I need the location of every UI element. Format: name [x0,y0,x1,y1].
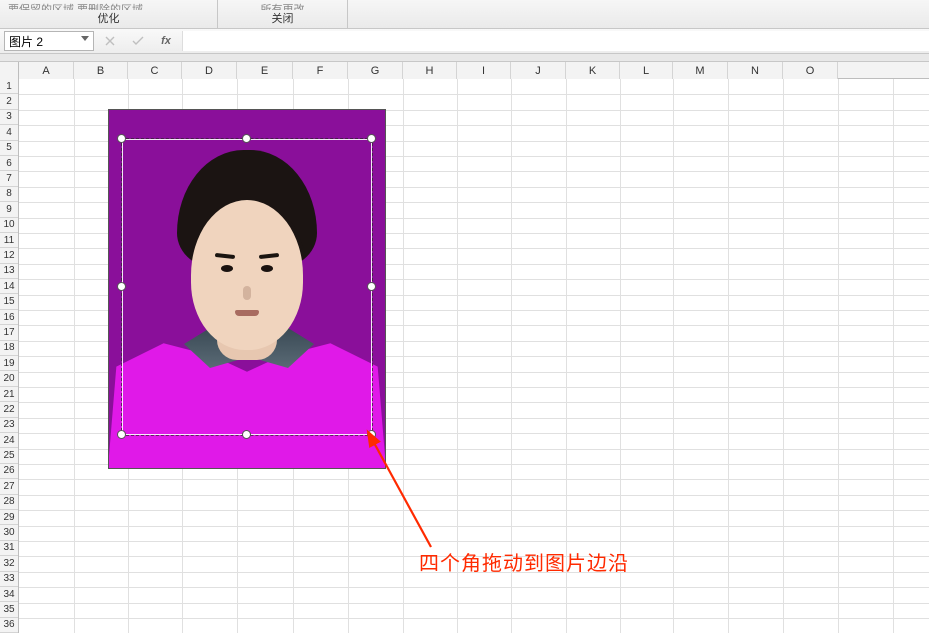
ribbon-group-close-top: 所有更改 [226,1,339,10]
row-header[interactable]: 13 [0,264,18,279]
crop-handle-e[interactable] [367,282,376,291]
column-header[interactable]: D [182,62,237,79]
ribbon-strip: 要保留的区域 要删除的区域 优化 所有更改 关闭 [0,0,929,29]
row-header[interactable]: 9 [0,202,18,217]
crop-handle-ne[interactable] [367,134,376,143]
row-header[interactable]: 33 [0,572,18,587]
name-box[interactable]: 图片 2 [4,31,94,51]
selected-picture-object[interactable] [108,109,386,469]
formula-cancel-button [98,31,122,51]
select-all-corner[interactable] [0,62,19,79]
fx-icon: fx [161,35,171,47]
insert-function-button[interactable]: fx [154,31,178,51]
row-header[interactable]: 23 [0,418,18,433]
row-header[interactable]: 6 [0,156,18,171]
crop-handle-s[interactable] [242,430,251,439]
row-header[interactable]: 19 [0,356,18,371]
ribbon-group-close: 所有更改 关闭 [218,0,348,28]
photo-mouth [235,310,259,316]
annotation-arrow [359,429,449,559]
row-header[interactable]: 30 [0,525,18,540]
ribbon-group-optimize-label: 优化 [8,10,209,26]
row-header[interactable]: 24 [0,433,18,448]
photo-eye [221,265,233,272]
column-headers: A B C D E F G H I J K L M N O [0,62,929,79]
photo-eye [261,265,273,272]
worksheet[interactable]: A B C D E F G H I J K L M N O 1234567891… [0,62,929,633]
row-header[interactable]: 22 [0,402,18,417]
row-header[interactable]: 15 [0,294,18,309]
close-icon [105,36,115,46]
row-header[interactable]: 29 [0,510,18,525]
column-header[interactable]: G [348,62,403,79]
row-header[interactable]: 34 [0,587,18,602]
crop-handle-w[interactable] [117,282,126,291]
column-header[interactable]: I [457,62,511,79]
name-box-value: 图片 2 [9,33,43,50]
photo-face [191,200,303,350]
row-header[interactable]: 12 [0,248,18,263]
photo-nose [243,286,251,300]
ribbon-group-optimize-top: 要保留的区域 要删除的区域 [8,1,209,10]
row-header[interactable]: 27 [0,479,18,494]
cell-grid[interactable]: 四个角拖动到图片边沿 [19,79,929,633]
row-header[interactable]: 1 [0,79,18,94]
ribbon-close-button[interactable]: 关闭 [226,10,339,26]
check-icon [132,36,144,46]
row-header[interactable]: 7 [0,171,18,186]
row-header[interactable]: 25 [0,448,18,463]
row-header[interactable]: 11 [0,233,18,248]
row-header[interactable]: 8 [0,187,18,202]
crop-handle-sw[interactable] [117,430,126,439]
row-header[interactable]: 18 [0,341,18,356]
separator-bar [0,54,929,62]
crop-handle-nw[interactable] [117,134,126,143]
column-header[interactable]: F [293,62,348,79]
formula-bar-row: 图片 2 fx [0,29,929,54]
row-header[interactable]: 32 [0,556,18,571]
row-header[interactable]: 28 [0,495,18,510]
column-header[interactable]: H [403,62,457,79]
ribbon-group-optimize: 要保留的区域 要删除的区域 优化 [0,0,218,28]
column-header[interactable]: C [128,62,182,79]
column-header[interactable]: N [728,62,783,79]
row-header[interactable]: 36 [0,618,18,633]
row-header[interactable]: 17 [0,325,18,340]
row-header[interactable]: 26 [0,464,18,479]
row-header[interactable]: 16 [0,310,18,325]
annotation-text: 四个角拖动到图片边沿 [419,547,629,576]
row-header[interactable]: 5 [0,141,18,156]
row-header[interactable]: 3 [0,110,18,125]
portrait-photo [109,110,385,468]
row-header[interactable]: 10 [0,218,18,233]
row-header[interactable]: 31 [0,541,18,556]
row-header[interactable]: 2 [0,94,18,109]
column-header[interactable]: J [511,62,566,79]
row-header[interactable]: 14 [0,279,18,294]
formula-input[interactable] [182,31,929,51]
row-header[interactable]: 4 [0,125,18,140]
column-header[interactable]: O [783,62,838,79]
row-headers: 1234567891011121314151617181920212223242… [0,79,19,633]
crop-handle-n[interactable] [242,134,251,143]
column-header[interactable]: B [74,62,128,79]
column-header[interactable]: E [237,62,293,79]
column-header[interactable]: M [673,62,728,79]
column-header[interactable]: K [566,62,620,79]
row-header[interactable]: 21 [0,387,18,402]
formula-confirm-button [126,31,150,51]
chevron-down-icon[interactable] [81,36,89,41]
column-header[interactable]: A [19,62,74,79]
row-header[interactable]: 35 [0,602,18,617]
row-header[interactable]: 20 [0,371,18,386]
column-header[interactable]: L [620,62,673,79]
